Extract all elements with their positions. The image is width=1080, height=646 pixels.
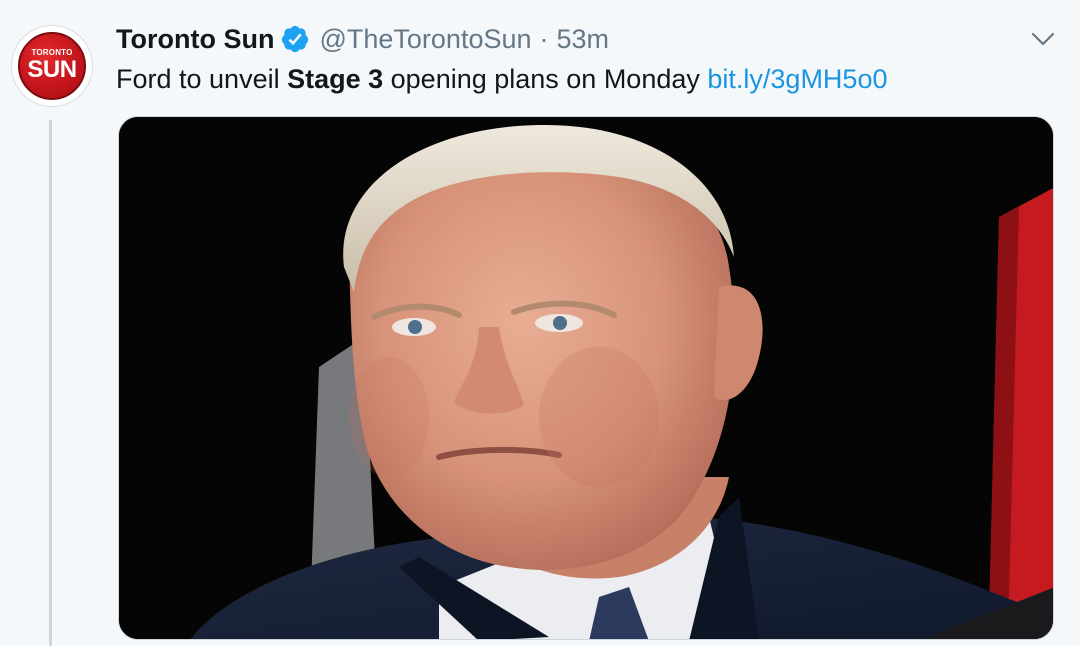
separator-dot: · xyxy=(539,23,549,54)
toronto-sun-logo: TORONTO SUN xyxy=(18,32,86,100)
timestamp[interactable]: 53m xyxy=(557,24,610,55)
display-name[interactable]: Toronto Sun xyxy=(116,24,274,55)
handle[interactable]: @TheTorontoSun xyxy=(319,24,531,55)
tweet-text-after: opening plans on Monday xyxy=(383,64,708,94)
tweet-link[interactable]: bit.ly/3gMH5o0 xyxy=(707,64,887,94)
tweet-photo[interactable] xyxy=(118,116,1054,640)
chevron-down-icon[interactable] xyxy=(1028,28,1058,50)
logo-big-text: SUN xyxy=(27,56,77,83)
verified-badge-icon xyxy=(280,24,310,54)
tweet-text-before: Ford to unveil xyxy=(116,64,288,94)
tweet-text: Ford to unveil Stage 3 opening plans on … xyxy=(116,62,887,96)
tweet[interactable]: TORONTO SUN Toronto Sun @TheTorontoSun ·… xyxy=(0,0,1080,646)
tweet-header: Toronto Sun @TheTorontoSun · 53m xyxy=(116,22,609,56)
thread-line xyxy=(49,120,52,646)
tweet-text-bold: Stage 3 xyxy=(287,64,384,94)
avatar[interactable]: TORONTO SUN xyxy=(12,26,92,106)
